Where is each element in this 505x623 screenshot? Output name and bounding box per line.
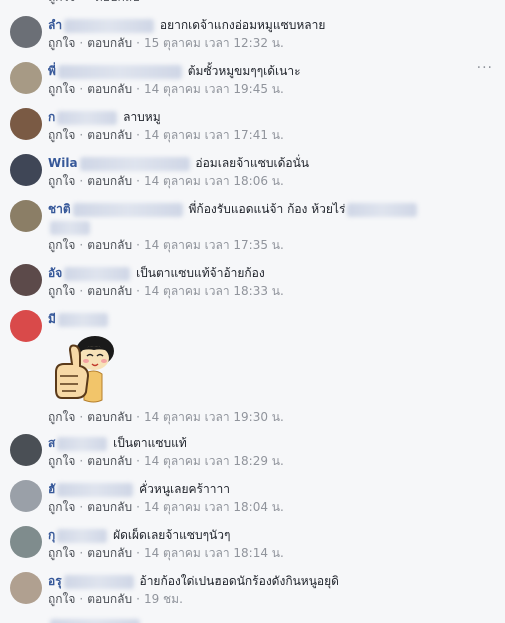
reply-link[interactable]: ตอบกลับ	[87, 238, 132, 252]
commenter-name[interactable]: มี	[48, 312, 56, 326]
avatar[interactable]	[10, 200, 42, 232]
reply-link[interactable]: ตอบกลับ	[87, 592, 132, 606]
reply-link[interactable]: ตอบกลับ	[87, 82, 132, 96]
comment-text: ต้มซั้วหมูขมๆๆเด้เนาะ	[187, 64, 301, 78]
commenter-name[interactable]: ส	[48, 436, 55, 450]
comment-meta: ถูกใจ · ตอบกลับ · 19 ชม.	[48, 592, 183, 606]
like-link[interactable]: ถูกใจ	[48, 454, 75, 468]
comment-meta: ถูกใจ · ตอบกลับ · 14 ตุลาคม เวลา 17:41 น.	[48, 128, 284, 142]
avatar[interactable]	[10, 264, 42, 296]
reply-link[interactable]: ตอบกลับ	[87, 36, 132, 50]
commenter-name[interactable]: อัจ	[48, 266, 62, 280]
avatar[interactable]	[10, 526, 42, 558]
thumbs-up-sticker-icon[interactable]	[50, 328, 126, 404]
comment-time[interactable]: 14 ตุลาคม เวลา 17:41 น.	[144, 128, 284, 142]
redacted-name-blur	[64, 18, 155, 33]
comment-text: อ้ายก้องใด่เปนฮอดนักร้องดังกินหนูอยุดิ	[139, 574, 339, 588]
comment-time[interactable]: 14 ตุลาคม เวลา 18:04 น.	[144, 500, 284, 514]
like-link[interactable]: ถูกใจ	[48, 592, 75, 606]
comment-meta: ถูกใจ · ตอบกลับ · 14 ตุลาคม เวลา 18:33 น.	[48, 284, 284, 298]
reply-link[interactable]: ตอบกลับ	[87, 284, 132, 298]
commenter-name[interactable]: พี่	[48, 64, 56, 78]
reply-link[interactable]: ตอบกลับ	[87, 454, 132, 468]
like-link[interactable]: ถูกใจ	[48, 546, 75, 560]
redacted-name-blur	[57, 110, 118, 125]
avatar[interactable]	[10, 572, 42, 604]
redacted-tag-blur	[50, 220, 90, 235]
reply-link[interactable]: ตอบกลับ	[87, 410, 132, 424]
comment-time[interactable]: 14 ตุลาคม เวลา 19:30 น.	[144, 410, 284, 424]
comment-meta: ถูกใจ · ตอบกลับ · 14 ตุลาคม เวลา 18:04 น.	[48, 500, 284, 514]
comment-time[interactable]: 15 ตุลาคม เวลา 12:32 น.	[144, 36, 284, 50]
like-link[interactable]: ถูกใจ	[48, 410, 75, 424]
like-link[interactable]: ถูกใจ	[48, 128, 75, 142]
redacted-name-blur	[79, 156, 190, 171]
comment-time[interactable]: 14 ตุลาคม เวลา 18:06 น.	[144, 174, 284, 188]
comment-text: พี่ก้องรับแอดแน่จ้า ก้อง ห้วยไร่	[188, 202, 346, 216]
redacted-name-blur	[57, 64, 182, 79]
like-link[interactable]: ถูกใจ	[48, 174, 75, 188]
reply-link[interactable]: ตอบกลับ	[87, 174, 132, 188]
avatar[interactable]	[10, 154, 42, 186]
avatar[interactable]	[10, 16, 42, 48]
reply-link[interactable]: ตอบกลับ	[87, 128, 132, 142]
comment-time[interactable]: 14 ตุลาคม เวลา 19:45 น.	[144, 82, 284, 96]
comment-text: เป็นตาแซบแท้	[113, 436, 187, 450]
comment-meta: ถูกใจ · ตอบกลับ · 14 ตุลาคม เวลา 18:14 น.	[48, 546, 284, 560]
redacted-name-blur	[57, 312, 108, 327]
comment-meta: ถูกใจ · ตอบกลับ · 15 ตุลาคม เวลา 12:32 น.	[48, 36, 284, 50]
commenter-name[interactable]: อรุ	[48, 574, 62, 588]
comment-meta: ถูกใจ · ตอบกลับ · 14 ตุลาคม เวลา 19:45 น.	[48, 82, 284, 96]
like-link[interactable]: ถูกใจ	[48, 82, 75, 96]
like-link[interactable]: ถูกใจ	[48, 500, 75, 514]
comment-meta: ถูกใจ · ตอบกลับ · 14 ตุลาคม เวลา 18:06 น.	[48, 174, 284, 188]
comment-text: ลาบหมู	[123, 110, 161, 124]
reply-link[interactable]: ตอบกลับ	[95, 0, 140, 4]
commenter-name[interactable]: Wila	[48, 156, 78, 170]
comment-time[interactable]: 14 ตุลาคม เวลา 17:35 น.	[144, 238, 284, 252]
comment-time[interactable]: 19 ชม.	[144, 592, 183, 606]
comment-text: อ่อมเลยจ้าแซบเด้อนั่น	[195, 156, 309, 170]
avatar[interactable]	[10, 480, 42, 512]
avatar[interactable]	[10, 108, 42, 140]
like-link[interactable]: ถูกใจ	[48, 36, 75, 50]
reply-link[interactable]: ตอบกลับ	[87, 500, 132, 514]
redacted-name-blur	[64, 266, 131, 281]
avatar[interactable]	[10, 434, 42, 466]
commenter-name[interactable]: กุ	[48, 528, 55, 542]
like-link[interactable]: ถูกใจ	[48, 284, 75, 298]
comment-time[interactable]: 14 ตุลาคม เวลา 18:29 น.	[144, 454, 284, 468]
redacted-name-blur	[72, 202, 183, 217]
reply-link[interactable]: ตอบกลับ	[87, 546, 132, 560]
redacted-name-blur	[50, 618, 140, 623]
avatar[interactable]	[10, 62, 42, 94]
redacted-name-blur	[57, 528, 108, 543]
like-link[interactable]: ถูกใจ	[48, 0, 75, 4]
commenter-name[interactable]: ชาติ	[48, 202, 71, 216]
comment-feed: ถูกใจ · ตอบกลับ ลำ อยากเดจ้าแกงอ่อมหมูแซ…	[0, 0, 505, 623]
comment-time[interactable]: 14 ตุลาคม เวลา 18:14 น.	[144, 546, 284, 560]
redacted-name-blur	[63, 574, 134, 589]
commenter-name[interactable]: ฮั	[48, 482, 55, 496]
comment-meta: ถูกใจ · ตอบกลับ · 14 ตุลาคม เวลา 19:30 น.	[48, 410, 284, 424]
comment-meta: ถูกใจ · ตอบกลับ · 14 ตุลาคม เวลา 17:35 น.	[48, 238, 284, 252]
comment-text: เป็นตาแซบแท้จ้าอ้ายก้อง	[136, 266, 265, 280]
redacted-tag-blur	[347, 202, 418, 217]
comment-text: อยากเดจ้าแกงอ่อมหมูแซบหลาย	[159, 18, 326, 32]
avatar[interactable]	[10, 310, 42, 342]
commenter-name[interactable]: ลำ	[48, 18, 62, 32]
comment-text: ผัดเผ็ดเลยจ้าแซบๆนัวๆ	[113, 528, 231, 542]
redacted-name-blur	[57, 482, 134, 497]
comment-meta: ถูกใจ · ตอบกลับ · 14 ตุลาคม เวลา 18:29 น.	[48, 454, 284, 468]
comment-time[interactable]: 14 ตุลาคม เวลา 18:33 น.	[144, 284, 284, 298]
commenter-name[interactable]: ก	[48, 110, 55, 124]
redacted-name-blur	[57, 436, 108, 451]
like-link[interactable]: ถูกใจ	[48, 238, 75, 252]
comment-meta: ถูกใจ · ตอบกลับ	[48, 0, 491, 6]
comment-text: คั่วหนูเลยคร้าาาา	[139, 482, 230, 496]
